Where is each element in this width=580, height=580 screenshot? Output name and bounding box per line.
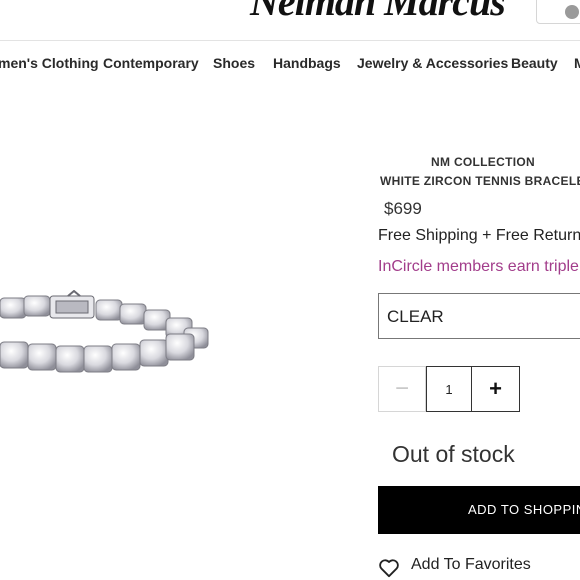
incircle-promo[interactable]: InCircle members earn triple xyxy=(378,258,579,276)
add-to-favorites-label: Add To Favorites xyxy=(411,556,531,573)
product-brand[interactable]: NM COLLECTION xyxy=(378,155,580,169)
stock-status: Out of stock xyxy=(392,441,515,467)
product-image[interactable] xyxy=(0,290,230,400)
nav-item-handbags[interactable]: Handbags xyxy=(273,55,341,71)
search-icon xyxy=(565,5,579,19)
nav-item-contemporary[interactable]: Contemporary xyxy=(103,55,199,71)
quantity-decrease-button[interactable]: − xyxy=(378,366,426,412)
header-divider xyxy=(0,40,580,41)
color-select-value: CLEAR xyxy=(387,307,444,326)
heart-icon xyxy=(379,559,399,578)
nav-item-mens-clothing[interactable]: men's Clothing xyxy=(0,55,99,71)
color-select[interactable]: CLEAR xyxy=(378,293,580,339)
product-price: $699 xyxy=(384,199,422,218)
add-to-shopping-bag-label: ADD TO SHOPPING xyxy=(468,502,580,517)
product-name: WHITE ZIRCON TENNIS BRACELET xyxy=(380,174,580,188)
nav-item-more[interactable]: M xyxy=(574,55,580,71)
nav-item-beauty[interactable]: Beauty xyxy=(511,55,558,71)
nav-item-shoes[interactable]: Shoes xyxy=(213,55,255,71)
search-button[interactable] xyxy=(536,0,580,24)
brand-logo[interactable]: Neiman Marcus xyxy=(250,0,506,25)
quantity-input[interactable]: 1 xyxy=(426,366,472,412)
main-nav: men's Clothing Contemporary Shoes Handba… xyxy=(0,55,580,75)
shipping-info: Free Shipping + Free Returns xyxy=(378,227,580,244)
nav-item-jewelry-accessories[interactable]: Jewelry & Accessories xyxy=(357,55,508,71)
quantity-increase-button[interactable]: + xyxy=(472,366,520,412)
add-to-shopping-bag-button[interactable]: ADD TO SHOPPING xyxy=(378,486,580,534)
